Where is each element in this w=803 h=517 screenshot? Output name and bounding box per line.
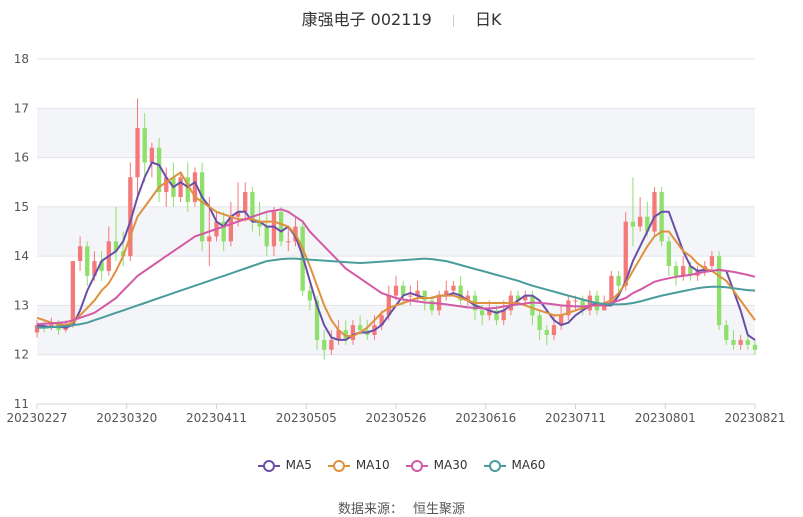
candle-body bbox=[307, 290, 312, 301]
legend-swatch-marker bbox=[262, 459, 275, 472]
x-tick-label: 20230801 bbox=[635, 411, 696, 425]
candle-body bbox=[350, 325, 356, 340]
source-value: 恒生聚源 bbox=[413, 502, 466, 517]
candle-body bbox=[286, 241, 291, 243]
candle-body bbox=[271, 211, 277, 247]
candle-body bbox=[745, 339, 750, 345]
legend-item-ma10[interactable]: MA10 bbox=[327, 458, 390, 473]
candle-body bbox=[199, 172, 205, 242]
legend-item-ma60[interactable]: MA60 bbox=[483, 458, 546, 473]
kline-chart: 11 12 13 14 15 16 17 18 20230227 20230320 2023041… bbox=[6, 52, 786, 425]
candle-body bbox=[709, 256, 715, 266]
candle-body bbox=[738, 339, 743, 345]
candle-body bbox=[278, 211, 284, 242]
y-tick-label: 16 bbox=[14, 151, 29, 165]
legend-swatch bbox=[327, 459, 350, 472]
candle-body bbox=[673, 266, 679, 276]
x-tick-label: 20230320 bbox=[96, 411, 157, 425]
candle-body bbox=[630, 221, 636, 227]
candle-body bbox=[530, 295, 535, 316]
x-tick-label: 20230821 bbox=[724, 411, 785, 425]
y-tick-label: 15 bbox=[14, 200, 29, 214]
candle-body bbox=[551, 325, 557, 335]
candle-body bbox=[724, 325, 729, 340]
legend-swatch-marker bbox=[488, 459, 501, 472]
candle-body bbox=[666, 241, 671, 266]
candle-body bbox=[393, 285, 399, 296]
candle-body bbox=[422, 290, 427, 301]
candle-body bbox=[322, 339, 327, 350]
y-tick-label: 14 bbox=[14, 249, 29, 263]
y-axis: 11 12 13 14 15 16 17 18 bbox=[14, 52, 29, 411]
candle-body bbox=[587, 295, 593, 311]
data-source: 数据来源： 恒生聚源 bbox=[0, 498, 803, 517]
y-tick-label: 13 bbox=[14, 298, 29, 312]
legend-swatch bbox=[405, 459, 428, 472]
y-tick-label: 12 bbox=[14, 348, 29, 362]
chart-legend: MA5 MA10 MA30 MA60 bbox=[0, 458, 803, 473]
x-tick-label: 20230616 bbox=[455, 411, 516, 425]
candle-body bbox=[573, 300, 578, 302]
legend-item-ma5[interactable]: MA5 bbox=[257, 458, 312, 473]
candle-body bbox=[716, 256, 722, 326]
x-tick-label: 20230526 bbox=[365, 411, 426, 425]
y-tick-label: 11 bbox=[14, 397, 29, 411]
legend-label: MA10 bbox=[355, 458, 390, 472]
candle-body bbox=[681, 266, 686, 276]
candle-body bbox=[243, 192, 248, 212]
source-label: 数据来源： bbox=[337, 502, 403, 517]
candle-body bbox=[537, 315, 542, 331]
x-tick-label: 20230505 bbox=[276, 411, 337, 425]
legend-label: MA30 bbox=[433, 458, 468, 472]
grid-band bbox=[37, 305, 755, 355]
candle-body bbox=[77, 246, 83, 262]
candle-body bbox=[264, 226, 269, 247]
candle-body bbox=[731, 339, 736, 345]
x-axis: 20230227 20230320 20230411 20230505 20230526… bbox=[6, 403, 786, 425]
x-tick-label: 20230227 bbox=[6, 411, 67, 425]
candle-body bbox=[135, 128, 140, 178]
candle-body bbox=[70, 261, 76, 326]
legend-label: MA60 bbox=[511, 458, 546, 472]
legend-swatch-marker bbox=[332, 459, 345, 472]
candle-body bbox=[616, 275, 621, 286]
y-tick-label: 17 bbox=[14, 101, 29, 115]
candle-body bbox=[652, 192, 657, 232]
x-tick-label: 20230711 bbox=[545, 411, 606, 425]
candle-body bbox=[357, 325, 363, 331]
candle-body bbox=[544, 330, 549, 335]
candle-body bbox=[637, 216, 643, 227]
candle-body bbox=[149, 147, 155, 163]
candle-body bbox=[480, 310, 485, 316]
legend-swatch-marker bbox=[410, 459, 423, 472]
y-tick-label: 18 bbox=[14, 52, 29, 66]
candle-body bbox=[451, 285, 456, 291]
candle-body bbox=[659, 192, 664, 242]
candle-body bbox=[178, 177, 183, 197]
candle-body bbox=[408, 295, 413, 297]
x-tick-label: 20230411 bbox=[186, 411, 247, 425]
candle-body bbox=[142, 128, 147, 163]
candle-body bbox=[85, 246, 90, 276]
candle-body bbox=[207, 236, 212, 242]
legend-item-ma30[interactable]: MA30 bbox=[405, 458, 468, 473]
legend-label: MA5 bbox=[285, 458, 312, 472]
candle-body bbox=[329, 339, 334, 350]
candle-body bbox=[752, 344, 758, 350]
legend-swatch bbox=[483, 459, 506, 472]
legend-swatch bbox=[257, 459, 280, 472]
